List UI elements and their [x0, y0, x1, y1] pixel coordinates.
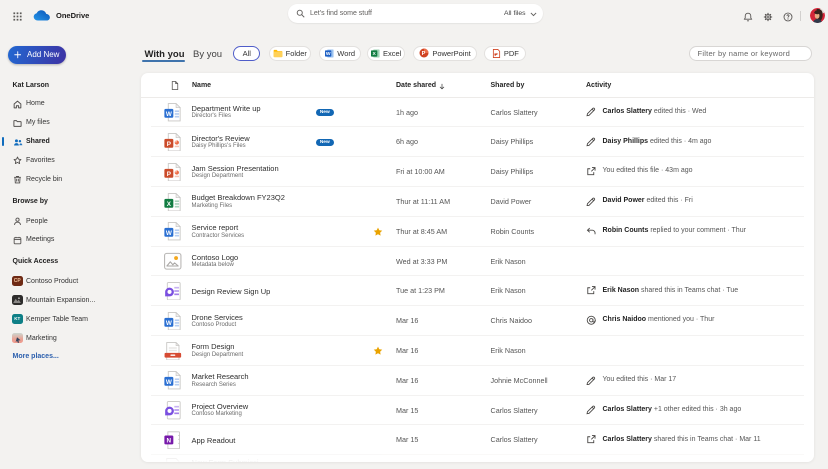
- svg-text:W: W: [166, 230, 172, 237]
- svg-text:W: W: [326, 51, 331, 57]
- svg-text:W: W: [166, 320, 172, 327]
- svg-text:P: P: [422, 52, 426, 58]
- svg-text:W: W: [166, 379, 172, 386]
- svg-text:P: P: [167, 171, 171, 178]
- svg-text:N: N: [167, 437, 172, 444]
- svg-text:P: P: [167, 141, 171, 148]
- svg-text:W: W: [166, 111, 172, 118]
